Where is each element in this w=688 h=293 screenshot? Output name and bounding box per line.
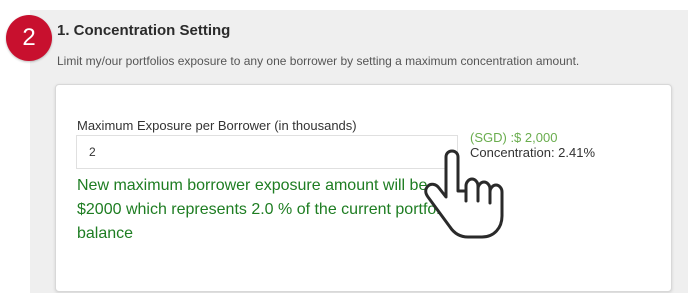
step-badge: 2 [6, 15, 52, 61]
section-title: 1. Concentration Setting [57, 22, 231, 39]
max-exposure-label: Maximum Exposure per Borrower (in thousa… [77, 118, 357, 133]
hand-pointer-icon [424, 149, 504, 239]
currency-value: (SGD) :$ 2,000 [470, 130, 558, 145]
annotation-text: New maximum borrower exposure amount wil… [77, 177, 453, 242]
section-description: Limit my/our portfolios exposure to any … [57, 54, 580, 68]
max-exposure-input[interactable] [76, 135, 458, 169]
